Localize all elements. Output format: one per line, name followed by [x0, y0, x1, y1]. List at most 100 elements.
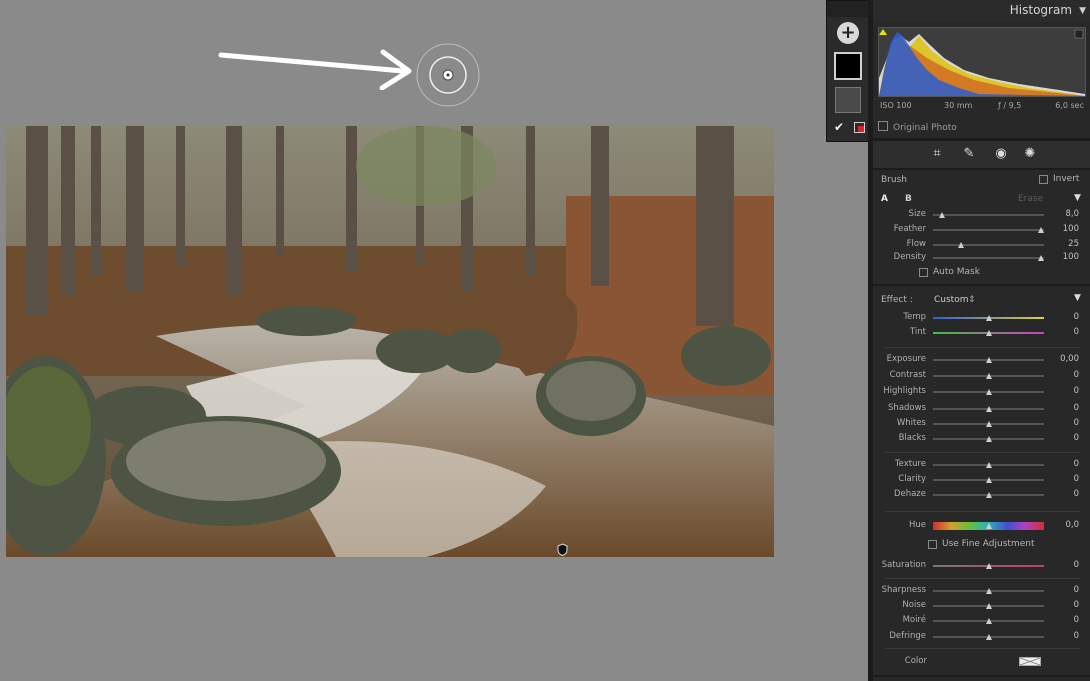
overlay-color-icon[interactable] [854, 122, 865, 133]
shadows-value[interactable]: 0 [1053, 403, 1079, 413]
brush-tab-a[interactable]: A [881, 194, 888, 204]
clarity-label: Clarity [898, 474, 926, 484]
brush-title: Brush [881, 175, 907, 185]
size-value[interactable]: 8,0 [1053, 209, 1079, 219]
density-slider-track[interactable] [933, 257, 1044, 259]
whites-value[interactable]: 0 [1053, 418, 1079, 428]
dehaze-value[interactable]: 0 [1053, 489, 1079, 499]
contrast-value[interactable]: 0 [1053, 370, 1079, 380]
noise-slider-handle[interactable] [985, 603, 992, 609]
effect-preset-select[interactable]: Custom [934, 295, 968, 305]
exposure-slider-handle[interactable] [985, 357, 992, 363]
tint-label: Tint [909, 327, 926, 337]
feather-slider-track[interactable] [933, 229, 1044, 231]
dehaze-slider-handle[interactable] [985, 492, 992, 498]
feather-label: Feather [893, 224, 926, 234]
blacks-slider-handle[interactable] [985, 436, 992, 442]
whites-label: Whites [896, 418, 926, 428]
tools-separator [873, 168, 1090, 170]
clarity-slider-handle[interactable] [985, 477, 992, 483]
noise-value[interactable]: 0 [1053, 600, 1079, 610]
invert-checkbox[interactable] [1039, 175, 1048, 184]
arrow-annotation [218, 49, 412, 90]
size-slider-handle[interactable] [938, 212, 945, 218]
flow-value[interactable]: 25 [1053, 239, 1079, 249]
clarity-value[interactable]: 0 [1053, 474, 1079, 484]
hue-value[interactable]: 0,0 [1053, 520, 1079, 530]
density-slider-handle[interactable] [1037, 255, 1044, 261]
sharpness-value[interactable]: 0 [1053, 585, 1079, 595]
saturation-slider-handle[interactable] [985, 563, 992, 569]
tint-value[interactable]: 0 [1053, 327, 1079, 337]
histogram-header[interactable]: Histogram ▼ [873, 0, 1090, 22]
highlights-slider-handle[interactable] [985, 389, 992, 395]
color-swatch-icon[interactable] [1019, 657, 1041, 666]
forest-stream-photo[interactable] [6, 126, 774, 557]
photo-canvas[interactable] [0, 0, 868, 681]
healing-icon[interactable]: ✎ [962, 147, 976, 161]
temp-slider-handle[interactable] [985, 315, 992, 321]
mask-swatch-black[interactable] [834, 52, 862, 80]
size-slider-track[interactable] [933, 214, 1044, 216]
brush-effect-separator [873, 284, 1090, 286]
brush-tab-b[interactable]: B [905, 194, 912, 204]
shadows-slider-handle[interactable] [985, 406, 992, 412]
mask-thumbnail[interactable] [835, 87, 861, 113]
flow-slider-track[interactable] [933, 244, 1044, 246]
brush-cursor [416, 43, 480, 107]
hue-slider-handle[interactable] [985, 523, 992, 529]
sharpness-slider-handle[interactable] [985, 588, 992, 594]
auto-mask-checkbox[interactable] [919, 268, 928, 277]
size-label: Size [908, 209, 926, 219]
toolstrip-header [827, 1, 869, 17]
texture-label: Texture [894, 459, 926, 469]
focal-length: 30 mm [944, 101, 973, 110]
defringe-slider-handle[interactable] [985, 634, 992, 640]
flow-label: Flow [906, 239, 926, 249]
preset-stepper-icon[interactable]: ⇕ [968, 295, 976, 305]
texture-slider-handle[interactable] [985, 462, 992, 468]
highlights-value[interactable]: 0 [1053, 386, 1079, 396]
redeye-icon[interactable]: ◉ [994, 147, 1008, 161]
mask-pin-icon[interactable] [557, 543, 568, 556]
fine-adjust-checkbox[interactable] [928, 540, 937, 549]
defringe-value[interactable]: 0 [1053, 631, 1079, 641]
saturation-value[interactable]: 0 [1053, 560, 1079, 570]
exposure-label: Exposure [886, 354, 926, 364]
original-photo-toggle[interactable]: Original Photo [878, 121, 957, 133]
effect-collapse-icon[interactable]: ▼ [1074, 293, 1081, 303]
density-value[interactable]: 100 [1053, 252, 1079, 262]
moir--slider-handle[interactable] [985, 618, 992, 624]
show-mask-check-icon[interactable]: ✔ [834, 120, 844, 134]
brush-collapse-icon[interactable]: ▼ [1074, 193, 1081, 203]
slider-group-divider [885, 578, 1080, 579]
slider-group-divider [885, 511, 1080, 512]
whites-slider-handle[interactable] [985, 421, 992, 427]
sharpness-label: Sharpness [881, 585, 926, 595]
moir--value[interactable]: 0 [1053, 615, 1079, 625]
mask-icon[interactable]: ✺ [1023, 147, 1037, 161]
slider-group-divider [885, 452, 1080, 453]
flow-slider-handle[interactable] [957, 242, 964, 248]
histogram-graph[interactable] [878, 27, 1086, 97]
collapse-triangle-icon[interactable]: ▼ [1079, 6, 1086, 16]
exposure-value[interactable]: 0,00 [1053, 354, 1079, 364]
slider-group-divider [885, 648, 1080, 649]
texture-value[interactable]: 0 [1053, 459, 1079, 469]
develop-right-panel: Histogram ▼ ISO 100 30 mm ƒ / 9,5 6,0 se… [873, 0, 1090, 681]
add-mask-button[interactable]: + [837, 22, 859, 44]
contrast-slider-handle[interactable] [985, 373, 992, 379]
crop-icon[interactable]: ⌗ [930, 147, 944, 161]
tint-slider-handle[interactable] [985, 330, 992, 336]
feather-slider-handle[interactable] [1037, 227, 1044, 233]
noise-label: Noise [902, 600, 926, 610]
histogram-title: Histogram [1009, 3, 1072, 17]
feather-value[interactable]: 100 [1053, 224, 1079, 234]
temp-value[interactable]: 0 [1053, 312, 1079, 322]
auto-mask-label: Auto Mask [933, 267, 980, 277]
blacks-value[interactable]: 0 [1053, 433, 1079, 443]
brush-erase-tab[interactable]: Erase [1018, 194, 1043, 204]
original-photo-checkbox[interactable] [878, 121, 888, 131]
temp-label: Temp [903, 312, 926, 322]
bottom-separator [873, 675, 1090, 677]
